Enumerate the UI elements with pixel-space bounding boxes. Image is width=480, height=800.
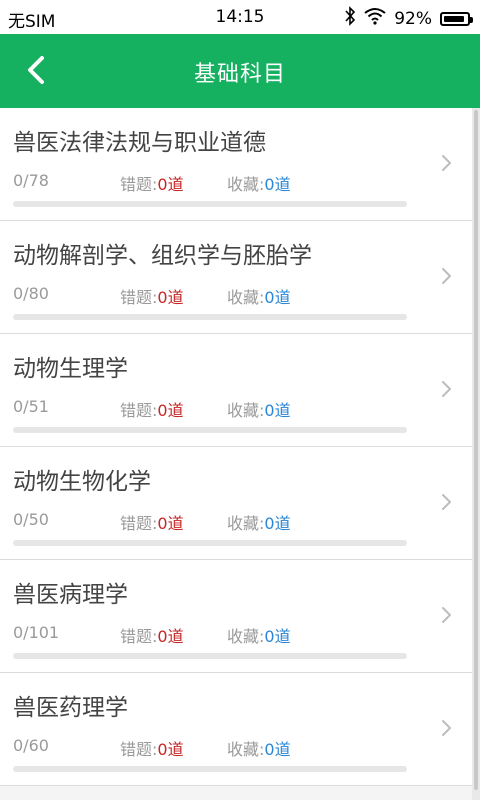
wrong-value: 0道 bbox=[157, 740, 184, 759]
subject-list[interactable]: 兽医法律法规与职业道德 0/78 错题:0道 收藏:0道 动物解剖学、组织学与胚… bbox=[0, 108, 472, 800]
favorite-label: 收藏: bbox=[227, 175, 265, 194]
progress-bar bbox=[13, 540, 407, 546]
subject-title: 动物生理学 bbox=[13, 356, 128, 382]
subject-title: 动物生物化学 bbox=[13, 469, 151, 495]
subject-title: 动物解剖学、组织学与胚胎学 bbox=[13, 243, 312, 269]
subject-title: 兽医法律法规与职业道德 bbox=[13, 130, 266, 156]
favorite-value: 0道 bbox=[264, 627, 291, 646]
wrong-label: 错题: bbox=[120, 740, 158, 759]
scrollbar-thumb[interactable] bbox=[474, 110, 478, 790]
subject-title: 兽医病理学 bbox=[13, 582, 128, 608]
favorite-label: 收藏: bbox=[227, 740, 265, 759]
progress-bar bbox=[13, 201, 407, 207]
page-title: 基础科目 bbox=[193, 62, 286, 87]
chevron-right-icon bbox=[442, 494, 451, 510]
list-item[interactable]: 兽医病理学 0/101 错题:0道 收藏:0道 bbox=[0, 560, 472, 673]
chevron-right-icon bbox=[442, 268, 451, 284]
wifi-icon bbox=[364, 7, 386, 30]
chevron-right-icon bbox=[442, 155, 451, 171]
battery-icon bbox=[440, 11, 473, 26]
wrong-label: 错题: bbox=[120, 627, 158, 646]
wrong-count[interactable]: 错题:0道 bbox=[120, 397, 184, 421]
wrong-count[interactable]: 错题:0道 bbox=[120, 284, 184, 308]
favorite-value: 0道 bbox=[264, 401, 291, 420]
wrong-count[interactable]: 错题:0道 bbox=[120, 510, 184, 534]
progress-count: 0/50 bbox=[13, 510, 49, 529]
favorite-label: 收藏: bbox=[227, 514, 265, 533]
progress-count: 0/101 bbox=[13, 623, 60, 642]
wrong-value: 0道 bbox=[157, 627, 184, 646]
favorite-value: 0道 bbox=[264, 175, 291, 194]
favorite-value: 0道 bbox=[264, 514, 291, 533]
wrong-count[interactable]: 错题:0道 bbox=[120, 623, 184, 647]
favorite-label: 收藏: bbox=[227, 401, 265, 420]
list-item[interactable]: 动物生理学 0/51 错题:0道 收藏:0道 bbox=[0, 334, 472, 447]
progress-count: 0/60 bbox=[13, 736, 49, 755]
subject-title: 兽医药理学 bbox=[13, 695, 128, 721]
battery-level-fill bbox=[444, 15, 464, 22]
list-item[interactable]: 兽医药理学 0/60 错题:0道 收藏:0道 bbox=[0, 673, 472, 786]
wrong-value: 0道 bbox=[157, 288, 184, 307]
progress-bar bbox=[13, 314, 407, 320]
favorite-count[interactable]: 收藏:0道 bbox=[227, 397, 291, 421]
list-item[interactable]: 兽医法律法规与职业道德 0/78 错题:0道 收藏:0道 bbox=[0, 108, 472, 221]
wrong-label: 错题: bbox=[120, 514, 158, 533]
favorite-count[interactable]: 收藏:0道 bbox=[227, 284, 291, 308]
list-item[interactable]: 动物生物化学 0/50 错题:0道 收藏:0道 bbox=[0, 447, 472, 560]
status-right-group: 92% bbox=[344, 6, 473, 31]
wrong-label: 错题: bbox=[120, 401, 158, 420]
progress-count: 0/80 bbox=[13, 284, 49, 303]
progress-count: 0/78 bbox=[13, 171, 49, 190]
screen: 无SIM 14:15 92% 基础科目 兽医法律法规与职业道德 0/78 错题:… bbox=[0, 0, 480, 800]
wrong-count[interactable]: 错题:0道 bbox=[120, 736, 184, 760]
list-item[interactable]: 动物解剖学、组织学与胚胎学 0/80 错题:0道 收藏:0道 bbox=[0, 221, 472, 334]
wrong-value: 0道 bbox=[157, 175, 184, 194]
app-header: 基础科目 bbox=[0, 34, 480, 108]
wrong-label: 错题: bbox=[120, 175, 158, 194]
wrong-label: 错题: bbox=[120, 288, 158, 307]
favorite-count[interactable]: 收藏:0道 bbox=[227, 623, 291, 647]
favorite-count[interactable]: 收藏:0道 bbox=[227, 736, 291, 760]
favorite-value: 0道 bbox=[264, 288, 291, 307]
favorite-count[interactable]: 收藏:0道 bbox=[227, 510, 291, 534]
status-bar: 无SIM 14:15 92% bbox=[0, 0, 480, 34]
wrong-value: 0道 bbox=[157, 514, 184, 533]
wrong-count[interactable]: 错题:0道 bbox=[120, 171, 184, 195]
battery-percent: 92% bbox=[394, 8, 432, 29]
favorite-label: 收藏: bbox=[227, 288, 265, 307]
favorite-label: 收藏: bbox=[227, 627, 265, 646]
favorite-count[interactable]: 收藏:0道 bbox=[227, 171, 291, 195]
progress-count: 0/51 bbox=[13, 397, 49, 416]
bluetooth-icon bbox=[344, 6, 356, 31]
progress-bar bbox=[13, 427, 407, 433]
wrong-value: 0道 bbox=[157, 401, 184, 420]
chevron-right-icon bbox=[442, 720, 451, 736]
progress-bar bbox=[13, 766, 407, 772]
favorite-value: 0道 bbox=[264, 740, 291, 759]
chevron-right-icon bbox=[442, 607, 451, 623]
progress-bar bbox=[13, 653, 407, 659]
chevron-right-icon bbox=[442, 381, 451, 397]
